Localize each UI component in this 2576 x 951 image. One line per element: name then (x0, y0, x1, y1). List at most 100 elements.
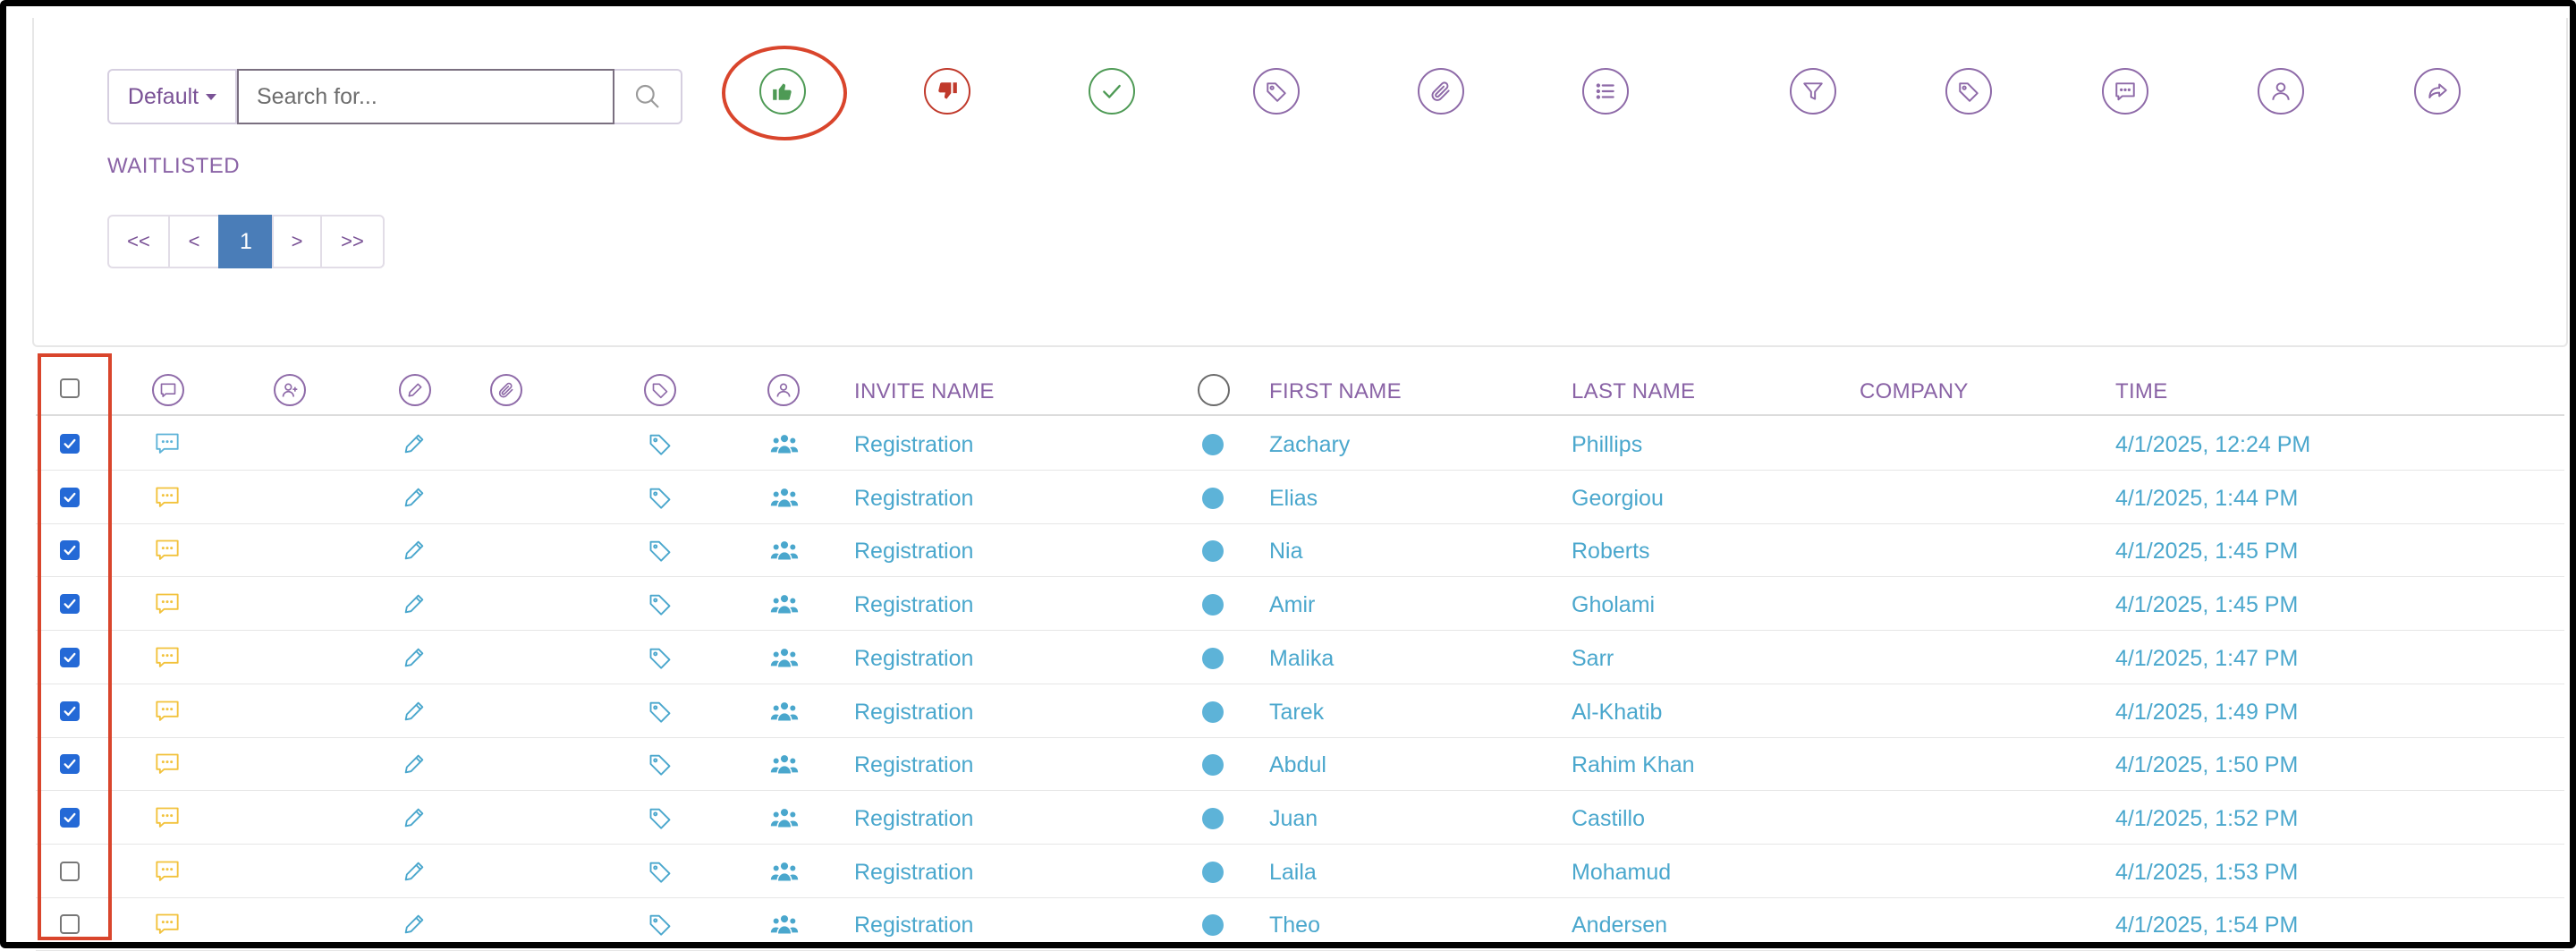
reject-button[interactable] (924, 68, 970, 115)
invite-name-link[interactable]: Registration (854, 806, 973, 832)
first-name-cell[interactable]: Nia (1269, 539, 1303, 565)
header-edit-icon[interactable] (399, 374, 431, 406)
last-name-cell[interactable]: Sarr (1572, 646, 1614, 672)
first-name-cell[interactable]: Amir (1269, 592, 1315, 618)
header-status-circle-icon[interactable] (1198, 374, 1230, 406)
last-name-cell[interactable]: Rahim Khan (1572, 752, 1695, 778)
invite-name-link[interactable]: Registration (854, 752, 973, 778)
header-paperclip-icon[interactable] (490, 374, 522, 406)
last-name-cell[interactable]: Mohamud (1572, 860, 1671, 886)
tag-icon[interactable] (647, 538, 674, 563)
invite-name-link[interactable]: Registration (854, 539, 973, 565)
edit-pencil-icon[interactable] (401, 912, 428, 937)
search-input[interactable] (237, 69, 614, 124)
last-name-cell[interactable]: Al-Khatib (1572, 700, 1662, 726)
list-button[interactable] (1582, 68, 1629, 115)
message-button[interactable] (2102, 68, 2148, 115)
last-name-cell[interactable]: Roberts (1572, 539, 1650, 565)
tag-icon[interactable] (647, 591, 674, 616)
tag-icon[interactable] (647, 431, 674, 456)
header-tag-icon[interactable] (644, 374, 676, 406)
group-icon[interactable] (769, 805, 800, 830)
invite-name-link[interactable]: Registration (854, 486, 973, 512)
page-last-button[interactable]: >> (320, 215, 385, 268)
tag-icon[interactable] (647, 805, 674, 830)
tag-icon[interactable] (647, 751, 674, 777)
edit-pencil-icon[interactable] (401, 805, 428, 830)
edit-pencil-icon[interactable] (401, 699, 428, 724)
page-next-button[interactable]: > (272, 215, 322, 268)
share-button[interactable] (2414, 68, 2461, 115)
last-name-cell[interactable]: Gholami (1572, 592, 1655, 618)
edit-pencil-icon[interactable] (401, 538, 428, 563)
message-icon[interactable] (154, 912, 181, 937)
first-name-cell[interactable]: Abdul (1269, 752, 1326, 778)
tag-button[interactable] (1253, 68, 1300, 115)
header-invite-name[interactable]: INVITE NAME (854, 379, 995, 404)
search-scope-dropdown[interactable]: Default (107, 69, 237, 124)
message-icon[interactable] (154, 859, 181, 884)
first-name-cell[interactable]: Malika (1269, 646, 1334, 672)
last-name-cell[interactable]: Andersen (1572, 913, 1667, 938)
group-icon[interactable] (769, 431, 800, 456)
message-icon[interactable] (154, 699, 181, 724)
group-icon[interactable] (769, 912, 800, 937)
edit-pencil-icon[interactable] (401, 859, 428, 884)
header-user-icon[interactable] (767, 374, 800, 406)
search-button[interactable] (614, 69, 682, 124)
group-icon[interactable] (769, 591, 800, 616)
edit-pencil-icon[interactable] (401, 645, 428, 670)
message-icon[interactable] (154, 805, 181, 830)
edit-pencil-icon[interactable] (401, 431, 428, 456)
message-icon[interactable] (154, 591, 181, 616)
group-icon[interactable] (769, 538, 800, 563)
page-current-button[interactable]: 1 (218, 215, 274, 268)
filter-button[interactable] (1790, 68, 1836, 115)
first-name-cell[interactable]: Elias (1269, 486, 1318, 512)
tag-icon[interactable] (647, 699, 674, 724)
attach-button[interactable] (1418, 68, 1464, 115)
group-icon[interactable] (769, 485, 800, 510)
header-first-name[interactable]: FIRST NAME (1269, 379, 1402, 404)
message-icon[interactable] (154, 645, 181, 670)
first-name-cell[interactable]: Juan (1269, 806, 1318, 832)
tag-icon[interactable] (647, 485, 674, 510)
edit-pencil-icon[interactable] (401, 485, 428, 510)
group-icon[interactable] (769, 859, 800, 884)
page-prev-button[interactable]: < (168, 215, 220, 268)
edit-pencil-icon[interactable] (401, 591, 428, 616)
message-icon[interactable] (154, 431, 181, 456)
first-name-cell[interactable]: Theo (1269, 913, 1320, 938)
first-name-cell[interactable]: Tarek (1269, 700, 1324, 726)
invite-name-link[interactable]: Registration (854, 646, 973, 672)
last-name-cell[interactable]: Georgiou (1572, 486, 1664, 512)
header-time[interactable]: TIME (2115, 379, 2168, 404)
invite-name-link[interactable]: Registration (854, 432, 973, 458)
header-message-icon[interactable] (152, 374, 184, 406)
edit-pencil-icon[interactable] (401, 751, 428, 777)
first-name-cell[interactable]: Zachary (1269, 432, 1350, 458)
page-first-button[interactable]: << (107, 215, 170, 268)
last-name-cell[interactable]: Phillips (1572, 432, 1642, 458)
invite-name-link[interactable]: Registration (854, 592, 973, 618)
user-button[interactable] (2258, 68, 2304, 115)
last-name-cell[interactable]: Castillo (1572, 806, 1645, 832)
group-icon[interactable] (769, 699, 800, 724)
tag-icon[interactable] (647, 912, 674, 937)
tag-icon[interactable] (647, 645, 674, 670)
group-icon[interactable] (769, 645, 800, 670)
invite-name-link[interactable]: Registration (854, 913, 973, 938)
header-last-name[interactable]: LAST NAME (1572, 379, 1695, 404)
message-icon[interactable] (154, 751, 181, 777)
tag-icon[interactable] (647, 859, 674, 884)
message-icon[interactable] (154, 485, 181, 510)
group-icon[interactable] (769, 751, 800, 777)
header-add-user-icon[interactable] (274, 374, 306, 406)
header-company[interactable]: COMPANY (1860, 379, 1969, 404)
invite-name-link[interactable]: Registration (854, 860, 973, 886)
confirm-button[interactable] (1089, 68, 1135, 115)
invite-name-link[interactable]: Registration (854, 700, 973, 726)
tags-button[interactable] (1945, 68, 1992, 115)
message-icon[interactable] (154, 538, 181, 563)
first-name-cell[interactable]: Laila (1269, 860, 1317, 886)
